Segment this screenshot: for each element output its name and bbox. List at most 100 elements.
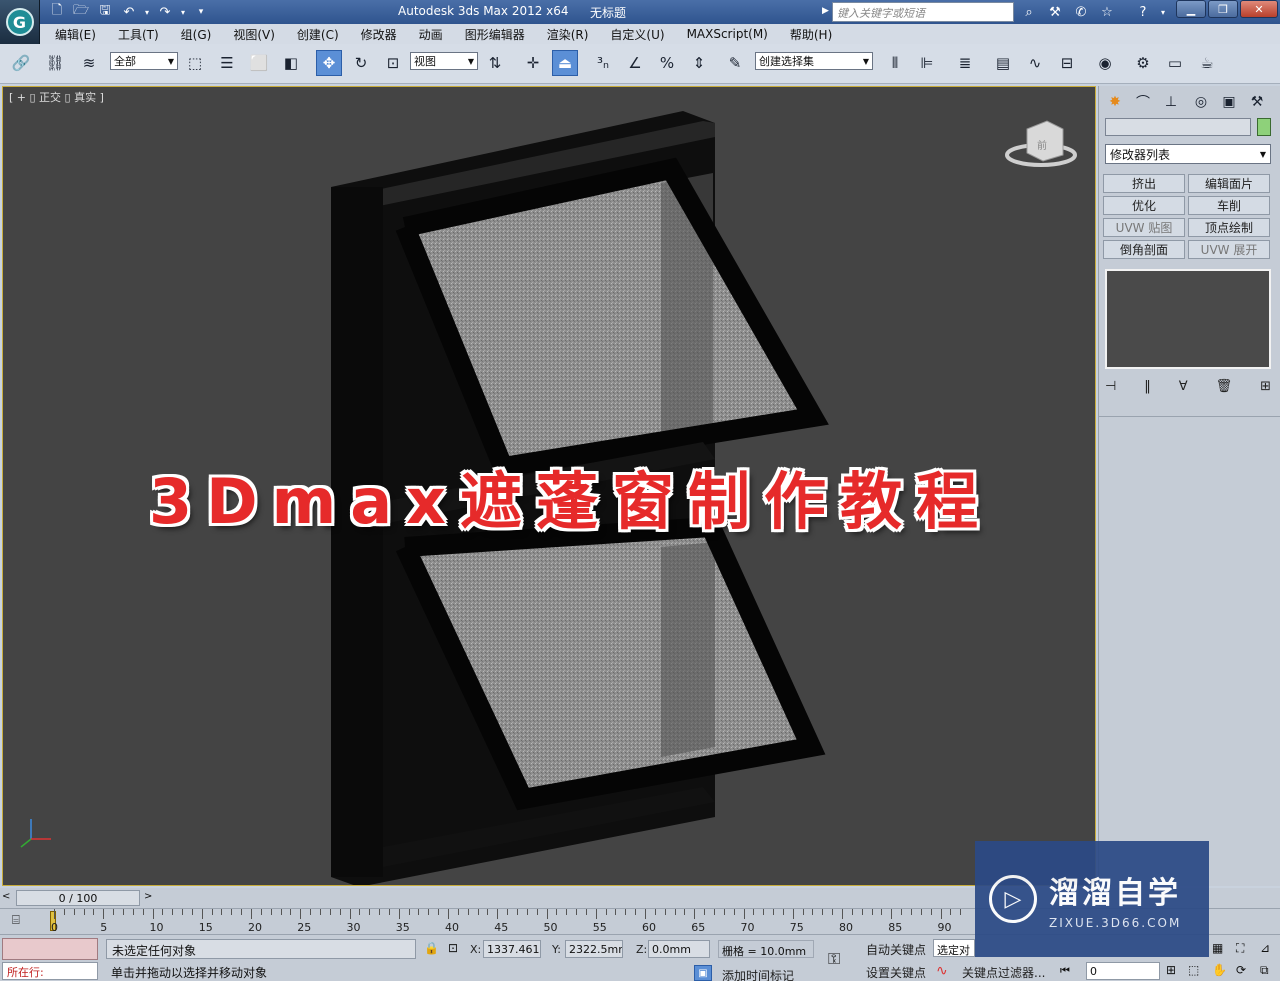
help-icon[interactable]: ?: [1132, 2, 1154, 22]
new-file-icon[interactable]: 🗋: [46, 3, 68, 21]
search-expand-icon[interactable]: ▶: [822, 6, 829, 16]
menu-modifiers[interactable]: 修改器: [350, 26, 408, 43]
search-input[interactable]: 键入关键字或短语: [832, 2, 1014, 22]
menu-animation[interactable]: 动画: [408, 26, 454, 43]
select-and-link-icon[interactable]: 🔗: [8, 50, 34, 76]
field-of-view-icon[interactable]: ⊿: [1260, 941, 1270, 955]
object-color-swatch[interactable]: [1257, 118, 1271, 136]
render-production-icon[interactable]: ☕: [1194, 50, 1220, 76]
redo-dropdown-icon[interactable]: ▾: [178, 3, 188, 21]
previous-frame-arrow-icon[interactable]: <: [2, 891, 10, 902]
make-unique-icon[interactable]: ∀: [1179, 379, 1188, 394]
app-menu-button[interactable]: G: [0, 0, 40, 44]
named-selection-sets-dropdown[interactable]: 创建选择集 ▼: [755, 52, 873, 70]
reference-coordinate-dropdown[interactable]: 视图 ▼: [410, 52, 478, 70]
customize-qat-icon[interactable]: ▾: [190, 3, 212, 21]
current-frame-field[interactable]: 0: [1086, 962, 1160, 980]
material-editor-icon[interactable]: ◉: [1092, 50, 1118, 76]
display-tab-icon[interactable]: ▣: [1217, 90, 1241, 114]
selected-object-dropdown[interactable]: 选定对: [933, 939, 975, 957]
restore-button[interactable]: ❐: [1208, 0, 1238, 18]
z-coordinate-field[interactable]: 0.0mm: [648, 940, 710, 958]
y-coordinate-field[interactable]: 2322.5mm: [565, 940, 623, 958]
vertex-paint-button[interactable]: 顶点绘制: [1188, 218, 1270, 237]
select-object-icon[interactable]: ⬚: [182, 50, 208, 76]
schematic-view-icon[interactable]: ⊟: [1054, 50, 1080, 76]
graphite-modeling-tools-icon[interactable]: ▤: [990, 50, 1016, 76]
rectangular-selection-icon[interactable]: ⬜: [246, 50, 272, 76]
orbit-icon[interactable]: ⟳: [1236, 963, 1246, 977]
menu-graph-editors[interactable]: 图形编辑器: [454, 26, 536, 43]
optimize-button[interactable]: 优化: [1103, 196, 1185, 215]
help-dropdown-icon[interactable]: ▾: [1158, 2, 1168, 22]
remove-modifier-icon[interactable]: 🗑: [1216, 379, 1233, 394]
pivot-center-icon[interactable]: ⇅: [482, 50, 508, 76]
edit-patch-button[interactable]: 编辑面片: [1188, 174, 1270, 193]
menu-rendering[interactable]: 渲染(R): [536, 26, 600, 43]
selection-filter-dropdown[interactable]: 全部 ▼: [110, 52, 178, 70]
snaps-toggle-icon[interactable]: ³ₙ: [590, 50, 616, 76]
binoculars-icon[interactable]: ⌕: [1018, 2, 1040, 22]
align-icon[interactable]: ⊫: [914, 50, 940, 76]
time-configuration-icon[interactable]: ⊞: [1166, 963, 1176, 977]
selection-lock-icon[interactable]: 🔒: [424, 941, 439, 955]
modifier-stack-view[interactable]: [1105, 269, 1271, 369]
bevel-profile-button[interactable]: 倒角剖面: [1103, 240, 1185, 259]
hierarchy-tab-icon[interactable]: ⊥: [1159, 90, 1183, 114]
keyboard-shortcut-override-icon[interactable]: ⏏: [552, 50, 578, 76]
time-tag-icon[interactable]: ▣: [694, 965, 712, 981]
redo-icon[interactable]: ↷: [154, 3, 176, 21]
rendered-frame-window-icon[interactable]: ▭: [1162, 50, 1188, 76]
unwrap-uvw-button[interactable]: UVW 展开: [1188, 240, 1270, 259]
create-tab-icon[interactable]: ✸: [1103, 90, 1127, 114]
zoom-extents-all-icon[interactable]: ⛶: [1236, 941, 1244, 956]
select-and-scale-icon[interactable]: ⊡: [380, 50, 406, 76]
undo-dropdown-icon[interactable]: ▾: [142, 3, 152, 21]
next-frame-arrow-icon[interactable]: >: [144, 891, 152, 902]
layer-manager-icon[interactable]: ≣: [952, 50, 978, 76]
key-filters-button[interactable]: 关键点过滤器...: [962, 964, 1045, 981]
uvw-map-button[interactable]: UVW 贴图: [1103, 218, 1185, 237]
menu-help[interactable]: 帮助(H): [779, 26, 843, 43]
time-slider-thumb[interactable]: 0 / 100: [16, 890, 140, 906]
communication-icon[interactable]: ✆: [1070, 2, 1092, 22]
zoom-extents-icon[interactable]: ⬚: [1188, 963, 1199, 977]
menu-create[interactable]: 创建(C): [286, 26, 350, 43]
utilities-tab-icon[interactable]: ⚒: [1245, 90, 1269, 114]
perspective-viewport[interactable]: [ + ▯ 正交 ▯ 真实 ] 前 3Dmax遮蓬窗制作教程: [2, 86, 1096, 886]
zoom-all-icon[interactable]: ▦: [1212, 941, 1223, 955]
menu-tools[interactable]: 工具(T): [107, 26, 170, 43]
menu-views[interactable]: 视图(V): [222, 26, 286, 43]
object-name-field[interactable]: [1105, 118, 1251, 136]
favorites-star-icon[interactable]: ☆: [1096, 2, 1118, 22]
show-end-result-icon[interactable]: ‖: [1144, 379, 1151, 394]
configure-modifier-sets-icon[interactable]: ⊞: [1260, 379, 1271, 394]
spinner-snap-icon[interactable]: ⇕: [686, 50, 712, 76]
menu-customize[interactable]: 自定义(U): [599, 26, 675, 43]
go-to-start-icon[interactable]: ⏮: [1060, 964, 1070, 978]
set-key-button[interactable]: 设置关键点: [866, 964, 926, 981]
select-and-rotate-icon[interactable]: ↻: [348, 50, 374, 76]
unlink-icon[interactable]: ⛓: [42, 50, 68, 76]
menu-edit[interactable]: 编辑(E): [44, 26, 107, 43]
mini-curve-editor-icon[interactable]: ⌸: [12, 913, 20, 928]
modifier-list-dropdown[interactable]: 修改器列表 ▼: [1105, 144, 1271, 164]
pin-stack-icon[interactable]: ⊣: [1105, 379, 1116, 394]
edit-named-selection-icon[interactable]: ✎: [722, 50, 748, 76]
percent-snap-icon[interactable]: %: [654, 50, 680, 76]
extrude-button[interactable]: 挤出: [1103, 174, 1185, 193]
menu-maxscript[interactable]: MAXScript(M): [676, 27, 779, 41]
undo-icon[interactable]: ↶: [118, 3, 140, 21]
menu-group[interactable]: 组(G): [170, 26, 223, 43]
open-file-icon[interactable]: 🗁: [70, 3, 92, 21]
pan-view-icon[interactable]: ✋: [1212, 963, 1227, 977]
save-file-icon[interactable]: 🖫: [94, 3, 116, 21]
close-button[interactable]: ✕: [1240, 0, 1278, 18]
maxscript-listener-mini[interactable]: [2, 938, 98, 960]
select-and-move-icon[interactable]: ✥: [316, 50, 342, 76]
set-keys-key-icon[interactable]: ⚿: [828, 949, 840, 969]
select-by-name-icon[interactable]: ☰: [214, 50, 240, 76]
add-time-tag-button[interactable]: 添加时间标记: [722, 967, 794, 981]
minimize-button[interactable]: ▁: [1176, 0, 1206, 18]
curve-editor-icon[interactable]: ∿: [1022, 50, 1048, 76]
